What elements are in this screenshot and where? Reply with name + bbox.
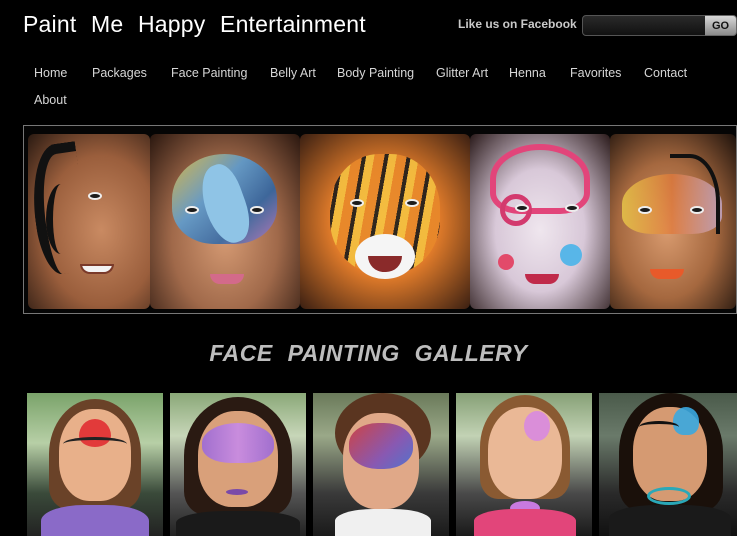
- go-button[interactable]: GO: [705, 15, 737, 36]
- nav-henna[interactable]: Henna: [509, 66, 546, 80]
- hero-banner: [23, 125, 737, 314]
- nav-home[interactable]: Home: [34, 66, 67, 80]
- gallery-thumb-butterfly[interactable]: [170, 393, 306, 536]
- gallery-title: FACE PAINTING GALLERY: [209, 340, 528, 366]
- nav-contact[interactable]: Contact: [644, 66, 687, 80]
- banner-photo-tiger-face: [300, 134, 470, 309]
- banner-photo-tribal-face: [28, 134, 150, 309]
- nav-face-painting[interactable]: Face Painting: [171, 66, 247, 80]
- gallery-thumb-pink-butterfly[interactable]: [456, 393, 592, 536]
- site-title[interactable]: Paint Me Happy Entertainment: [23, 11, 366, 38]
- gallery-thumb-superhero[interactable]: [313, 393, 449, 536]
- gallery-thumb-blue-butterfly[interactable]: [599, 393, 737, 536]
- banner-photo-dolphin-face: [150, 134, 300, 309]
- search-input[interactable]: [582, 15, 706, 36]
- facebook-link[interactable]: Like us on Facebook: [458, 17, 577, 31]
- nav-about[interactable]: About: [34, 93, 67, 107]
- nav-glitter-art[interactable]: Glitter Art: [436, 66, 488, 80]
- nav-favorites[interactable]: Favorites: [570, 66, 621, 80]
- nav-belly-art[interactable]: Belly Art: [270, 66, 316, 80]
- banner-photo-mask-face: [610, 134, 736, 309]
- gallery-thumb-heart[interactable]: [27, 393, 163, 536]
- nav-body-painting[interactable]: Body Painting: [337, 66, 414, 80]
- nav-packages[interactable]: Packages: [92, 66, 147, 80]
- banner-photo-swirl-face: [470, 134, 610, 309]
